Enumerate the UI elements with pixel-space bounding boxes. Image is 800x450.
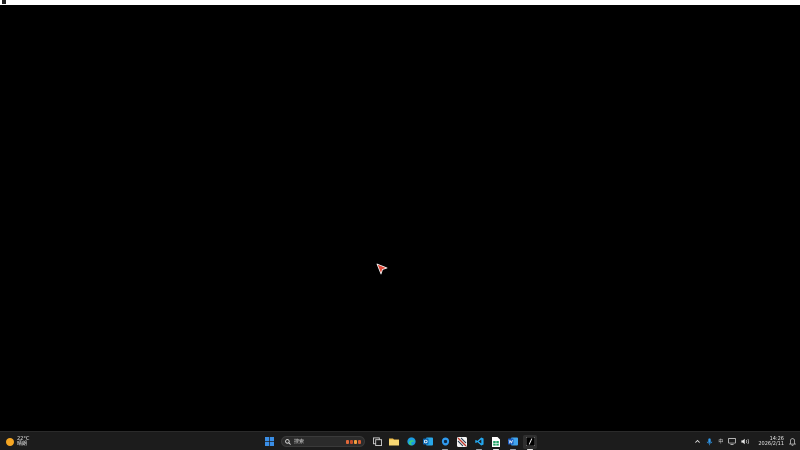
ime-indicator[interactable]: 中 xyxy=(718,438,723,445)
app-window-icon xyxy=(2,0,6,4)
edge-browser-button[interactable] xyxy=(404,435,418,449)
clock-date: 2026/2/11 xyxy=(758,440,784,447)
notification-bell-icon[interactable] xyxy=(789,437,796,446)
task-view-button[interactable] xyxy=(370,435,384,449)
system-tray: 中 14:26 2026/2/11 xyxy=(694,434,796,449)
terminal-button[interactable] xyxy=(523,434,537,450)
start-button[interactable] xyxy=(262,435,276,449)
vscode-button[interactable] xyxy=(472,435,486,450)
app-striped-icon xyxy=(457,436,467,447)
microphone-icon[interactable] xyxy=(706,437,713,446)
outlook-icon xyxy=(423,437,433,446)
app-blue-icon xyxy=(441,437,449,446)
sun-icon xyxy=(6,437,14,446)
app-striped-button[interactable] xyxy=(455,435,469,449)
display-icon[interactable] xyxy=(728,438,737,445)
taskbar-center: 搜索 xyxy=(262,434,537,450)
mouse-pointer-icon xyxy=(376,263,388,275)
search-placeholder: 搜索 xyxy=(294,439,305,445)
windows-start-icon xyxy=(264,437,274,446)
chevron-up-icon[interactable] xyxy=(694,438,701,445)
weather-widget[interactable]: 22°C 晴朗 xyxy=(6,434,29,449)
taskbar: 22°C 晴朗 搜索 中 14:26 2026/2/11 xyxy=(0,431,800,450)
search-input[interactable]: 搜索 xyxy=(281,436,365,447)
task-view-icon xyxy=(372,437,382,446)
word-button[interactable] xyxy=(506,435,520,450)
desktop-area[interactable] xyxy=(0,5,800,431)
spreadsheet-icon xyxy=(492,436,500,447)
weather-condition: 晴朗 xyxy=(17,440,28,447)
file-explorer-button[interactable] xyxy=(387,435,401,449)
outlook-button[interactable] xyxy=(421,435,435,449)
search-highlight-icon xyxy=(346,439,361,444)
spreadsheet-button[interactable] xyxy=(489,435,503,450)
vscode-icon xyxy=(474,437,484,446)
word-icon xyxy=(508,437,518,446)
edge-browser-icon xyxy=(406,437,416,446)
weather-text: 22°C 晴朗 xyxy=(17,436,29,447)
app-blue-button[interactable] xyxy=(438,435,452,450)
search-icon xyxy=(285,438,291,445)
volume-icon[interactable] xyxy=(741,438,750,445)
clock[interactable]: 14:26 2026/2/11 xyxy=(758,436,784,447)
terminal-icon xyxy=(525,437,535,446)
file-explorer-icon xyxy=(389,438,399,446)
screen: 22°C 晴朗 搜索 中 14:26 2026/2/11 xyxy=(0,0,800,450)
